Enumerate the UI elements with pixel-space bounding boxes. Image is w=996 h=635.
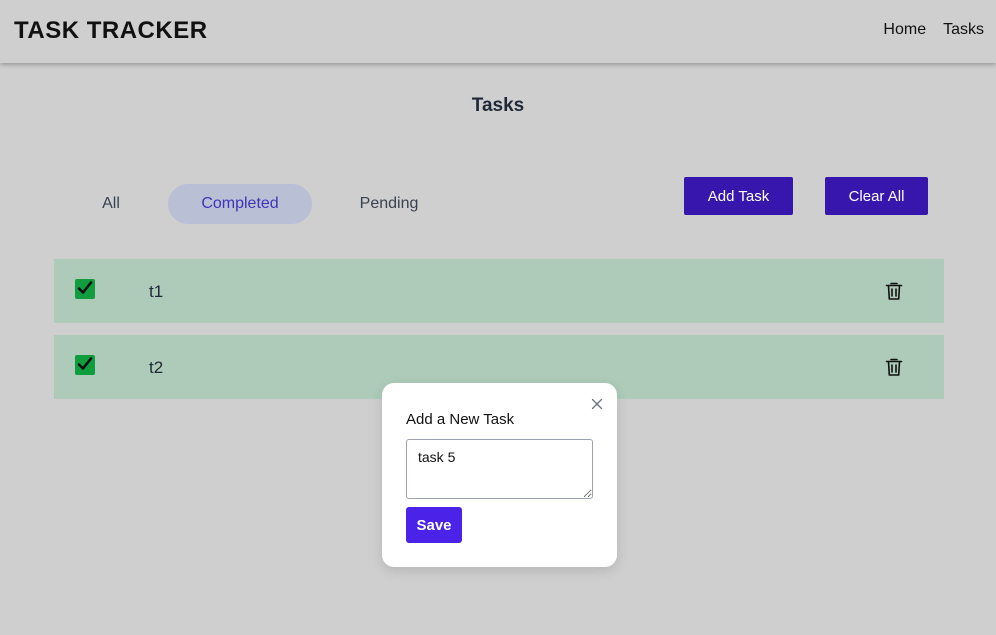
close-icon <box>591 398 603 410</box>
filter-all-tab[interactable]: All <box>88 184 134 224</box>
filter-pending-tab[interactable]: Pending <box>346 184 432 224</box>
task-input[interactable]: task 5 <box>406 439 593 499</box>
brand-logo[interactable]: TASK TRACKER <box>14 17 208 45</box>
check-icon <box>77 357 93 370</box>
close-modal-button[interactable] <box>591 397 603 410</box>
nav-home-link[interactable]: Home <box>883 21 926 39</box>
delete-task-button[interactable] <box>885 357 903 377</box>
navbar: TASK TRACKER Home Tasks <box>0 0 996 63</box>
add-task-button[interactable]: Add Task <box>684 177 793 215</box>
trash-icon <box>885 358 903 376</box>
nav-tasks-link[interactable]: Tasks <box>943 21 984 39</box>
task-row: t1 <box>54 259 944 323</box>
modal-title: Add a New Task <box>406 411 515 428</box>
task-checkbox[interactable] <box>75 279 95 299</box>
add-task-modal: Add a New Task task 5 Save <box>382 383 617 567</box>
save-button[interactable]: Save <box>406 507 462 543</box>
check-icon <box>77 281 93 294</box>
page-title: Tasks <box>471 95 525 116</box>
delete-task-button[interactable] <box>885 281 903 301</box>
clear-all-button[interactable]: Clear All <box>825 177 928 215</box>
trash-icon <box>885 282 903 300</box>
task-text: t2 <box>149 358 164 377</box>
nav-links: Home Tasks <box>883 21 984 39</box>
filter-completed-tab[interactable]: Completed <box>168 184 312 224</box>
task-text: t1 <box>149 282 164 301</box>
task-checkbox[interactable] <box>75 355 95 375</box>
